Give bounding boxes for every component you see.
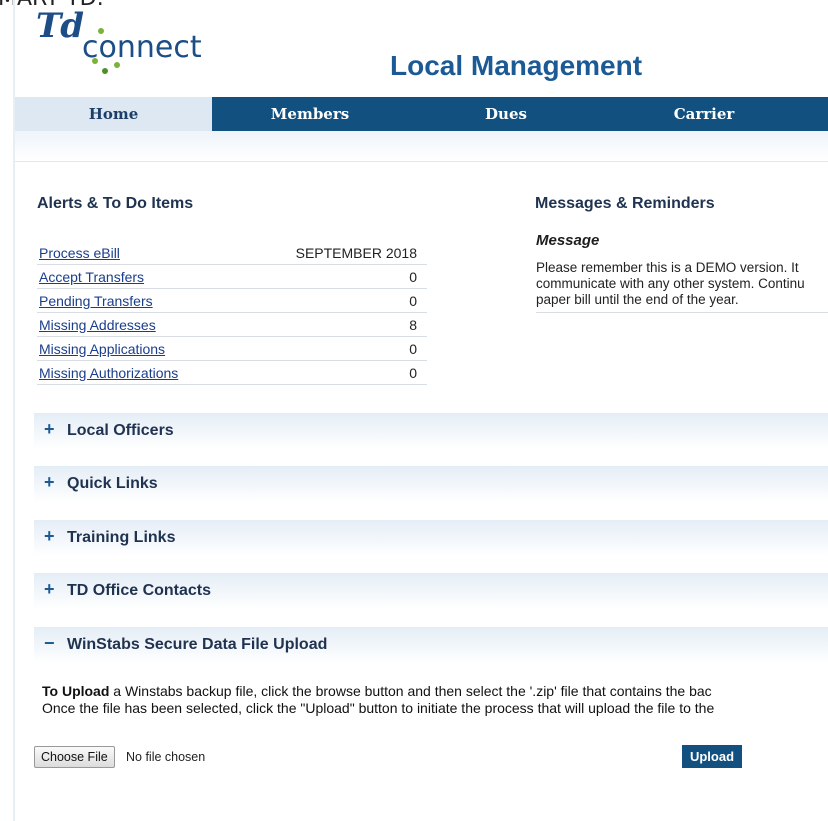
process-ebill-link[interactable]: Process eBill [37, 241, 239, 265]
minus-icon: − [44, 633, 55, 653]
message-line: communicate with any other system. Conti… [536, 276, 805, 291]
section-label: TD Office Contacts [67, 582, 212, 599]
upload-line2: Once the file has been selected, click t… [42, 700, 715, 716]
logo-connect-text: connect [82, 30, 202, 65]
messages-title: Messages & Reminders [535, 195, 715, 212]
tab-members[interactable]: Members [212, 97, 408, 131]
alerts-title: Alerts & To Do Items [37, 195, 194, 212]
section-td-office-contacts[interactable]: + TD Office Contacts [34, 573, 828, 609]
section-training-links[interactable]: + Training Links [34, 520, 828, 556]
section-label: Quick Links [67, 475, 158, 492]
message-heading: Message [536, 232, 600, 249]
main-navbar: Home Members Dues Carrier [15, 97, 828, 131]
alert-value: 8 [238, 312, 427, 337]
plus-icon: + [44, 472, 55, 492]
upload-bold-lead: To Upload [42, 683, 110, 699]
section-label: WinStabs Secure Data File Upload [67, 636, 328, 653]
section-quick-links[interactable]: + Quick Links [34, 466, 828, 502]
plus-icon: + [44, 579, 55, 599]
table-row: Process eBill SEPTEMBER 2018 [37, 241, 427, 265]
missing-addresses-link[interactable]: Missing Addresses [37, 312, 239, 337]
no-file-label: No file chosen [126, 750, 206, 764]
alert-value: 0 [238, 264, 427, 289]
section-local-officers[interactable]: + Local Officers [34, 413, 828, 449]
upload-line1: a Winstabs backup file, click the browse… [109, 683, 712, 699]
tab-home[interactable]: Home [15, 97, 212, 131]
table-row: Missing Authorizations 0 [37, 360, 427, 385]
upload-button[interactable]: Upload [682, 745, 742, 768]
td-connect-logo[interactable]: Td connect [36, 6, 226, 86]
section-label: Training Links [67, 529, 176, 546]
pending-transfers-link[interactable]: Pending Transfers [37, 288, 239, 313]
message-line: paper bill until the end of the year. [536, 292, 739, 307]
page-title: Local Management [390, 50, 643, 81]
table-row: Missing Applications 0 [37, 336, 427, 361]
alert-value: 0 [238, 360, 427, 385]
alert-value: 0 [238, 288, 427, 313]
table-row: Accept Transfers 0 [37, 264, 427, 289]
alert-value: SEPTEMBER 2018 [238, 241, 427, 265]
tab-carrier[interactable]: Carrier [604, 97, 804, 131]
alert-value: 0 [238, 336, 427, 361]
alerts-table: Process eBill SEPTEMBER 2018 Accept Tran… [37, 241, 427, 385]
table-row: Pending Transfers 0 [37, 288, 427, 313]
missing-applications-link[interactable]: Missing Applications [37, 336, 239, 361]
logo-td-text: Td [36, 6, 84, 46]
section-winstabs-upload[interactable]: − WinStabs Secure Data File Upload [34, 627, 828, 663]
section-label: Local Officers [67, 422, 174, 439]
missing-authorizations-link[interactable]: Missing Authorizations [37, 360, 239, 385]
plus-icon: + [44, 419, 55, 439]
upload-instructions: To Upload a Winstabs backup file, click … [42, 683, 828, 717]
sub-navbar [15, 131, 828, 162]
plus-icon: + [44, 526, 55, 546]
table-row: Missing Addresses 8 [37, 312, 427, 337]
message-body: Please remember this is a DEMO version. … [536, 260, 828, 313]
message-line: Please remember this is a DEMO version. … [536, 260, 799, 275]
accept-transfers-link[interactable]: Accept Transfers [37, 264, 239, 289]
choose-file-button[interactable]: Choose File [34, 746, 115, 768]
tab-dues[interactable]: Dues [408, 97, 604, 131]
